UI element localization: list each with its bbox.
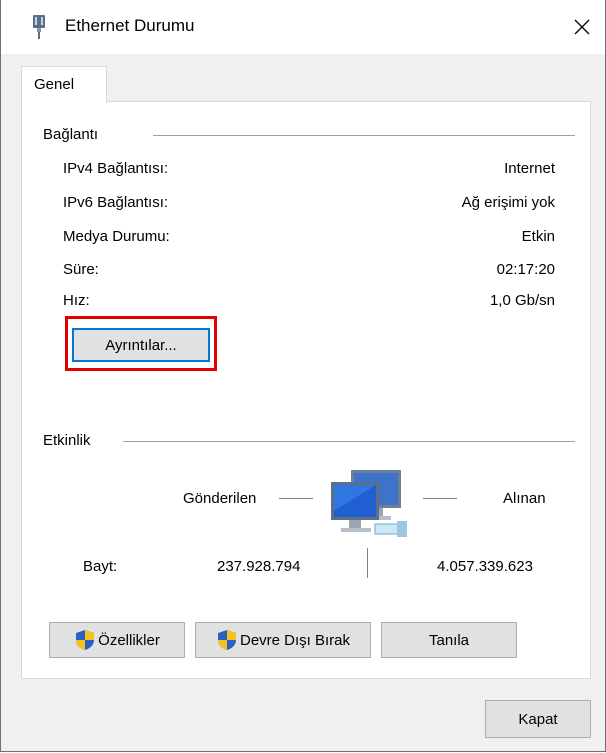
disable-button[interactable]: Devre Dışı Bırak xyxy=(195,622,371,658)
uac-shield-icon xyxy=(74,629,96,651)
speed-value: 1,0 Gb/sn xyxy=(489,292,555,309)
network-computers-icon xyxy=(323,466,413,546)
close-button-label: Kapat xyxy=(518,710,558,728)
activity-separator xyxy=(367,548,368,578)
close-icon xyxy=(574,19,590,35)
bytes-label: Bayt: xyxy=(83,558,118,575)
connection-group-divider xyxy=(153,135,575,136)
close-button[interactable]: Kapat xyxy=(485,700,591,738)
bytes-received-value: 4.057.339.623 xyxy=(437,558,533,575)
diagnose-button-label: Tanıla xyxy=(428,631,470,649)
title-bar: Ethernet Durumu xyxy=(1,0,605,54)
close-window-button[interactable] xyxy=(559,0,605,54)
ipv4-value: Internet xyxy=(504,160,555,177)
bytes-sent-value: 237.928.794 xyxy=(217,558,301,575)
duration-label: Süre: xyxy=(63,261,99,278)
ipv6-value: Ağ erişimi yok xyxy=(461,194,555,211)
tab-general-label: Genel xyxy=(34,76,75,93)
speed-label: Hız: xyxy=(63,292,90,309)
media-state-label: Medya Durumu: xyxy=(63,228,170,245)
properties-button[interactable]: Özellikler xyxy=(49,622,185,658)
details-button[interactable]: Ayrıntılar... xyxy=(72,328,210,362)
window-title: Ethernet Durumu xyxy=(65,16,195,35)
sent-connector-line xyxy=(279,498,313,499)
ethernet-status-dialog: Ethernet Durumu Genel Bağlantı IPv4 Bağl… xyxy=(0,0,606,752)
ipv4-label: IPv4 Bağlantısı: xyxy=(63,160,169,177)
received-label: Alınan xyxy=(503,490,546,507)
activity-group-divider xyxy=(123,441,575,442)
duration-value: 02:17:20 xyxy=(496,261,555,278)
properties-button-label: Özellikler xyxy=(98,631,160,649)
uac-shield-icon xyxy=(216,629,238,651)
sent-label: Gönderilen xyxy=(183,490,257,507)
details-button-label: Ayrıntılar... xyxy=(105,336,177,354)
general-panel xyxy=(21,101,591,679)
connection-group-label: Bağlantı xyxy=(43,126,99,143)
network-adapter-icon xyxy=(29,14,49,40)
media-state-value: Etkin xyxy=(521,228,555,245)
activity-group-label: Etkinlik xyxy=(43,432,91,449)
tab-general[interactable]: Genel xyxy=(21,66,107,103)
received-connector-line xyxy=(423,498,457,499)
disable-button-label: Devre Dışı Bırak xyxy=(239,631,351,649)
ipv6-label: IPv6 Bağlantısı: xyxy=(63,194,169,211)
diagnose-button[interactable]: Tanıla xyxy=(381,622,517,658)
